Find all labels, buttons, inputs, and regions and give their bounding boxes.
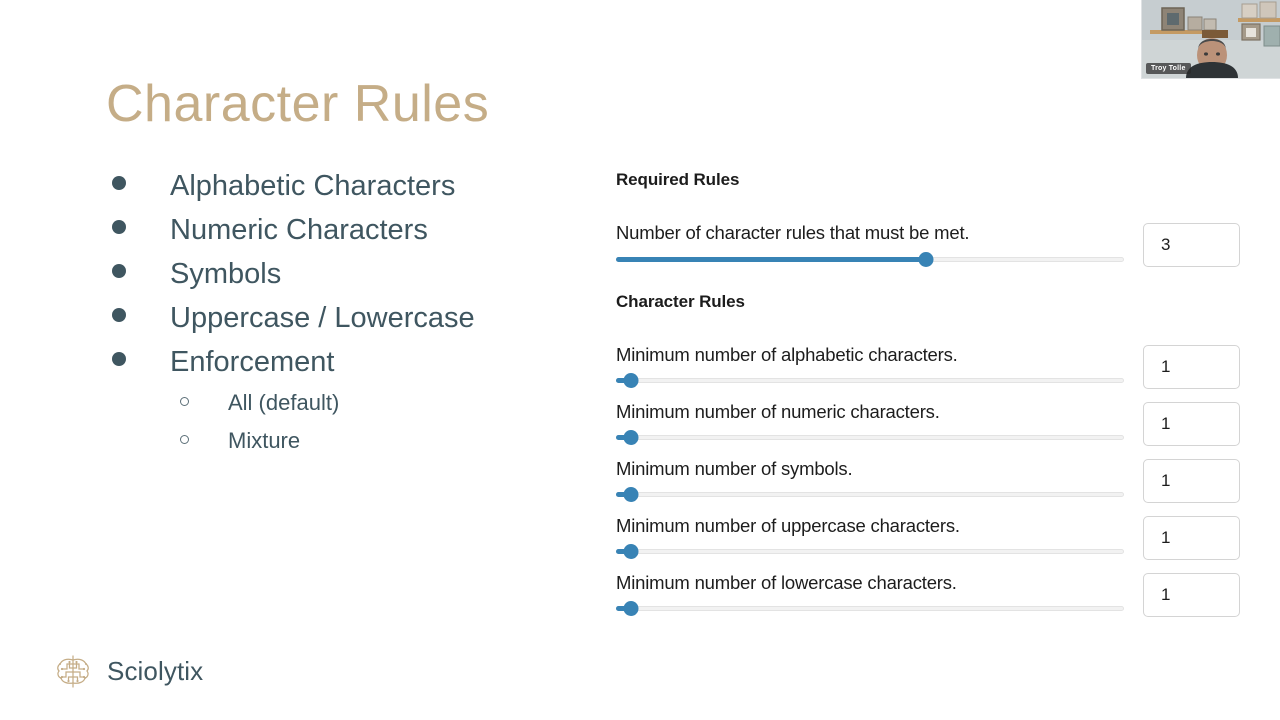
bullet-item: Alphabetic Characters — [112, 172, 552, 216]
rule-label: Number of character rules that must be m… — [616, 222, 970, 244]
rule-value-input[interactable]: 1 — [1143, 515, 1240, 560]
bullet-list: Alphabetic Characters Numeric Characters S… — [112, 172, 552, 468]
bullet-marker-icon — [112, 352, 126, 366]
rule-value-input[interactable]: 1 — [1143, 401, 1240, 446]
bullet-marker-icon — [112, 176, 126, 190]
sciolytix-brain-icon — [52, 650, 94, 692]
sub-bullet-marker-icon — [180, 435, 189, 444]
sub-bullet-item-label: Mixture — [228, 428, 301, 453]
rule-row: Minimum number of alphabetic characters.… — [616, 343, 1244, 400]
rule-slider[interactable] — [616, 251, 1124, 267]
slider-fill — [616, 256, 926, 262]
bullet-item: Enforcement — [112, 348, 552, 392]
bullet-item-label: Enforcement — [170, 346, 335, 378]
rule-control-group: Minimum number of uppercase characters. — [616, 514, 1126, 559]
bullet-item: Uppercase / Lowercase — [112, 304, 552, 348]
sub-bullet-marker-icon — [180, 397, 189, 406]
rule-value-input[interactable]: 3 — [1143, 223, 1240, 268]
rule-control-group: Number of character rules that must be m… — [616, 221, 1126, 267]
rule-control-group: Minimum number of numeric characters. — [616, 400, 1126, 445]
rule-row: Minimum number of lowercase characters. 1 — [616, 571, 1244, 628]
bullet-item-label: Symbols — [170, 258, 282, 290]
sub-bullet-item: All (default) — [180, 392, 552, 430]
required-rules-heading: Required Rules — [616, 170, 740, 189]
bullet-marker-icon — [112, 220, 126, 234]
rule-value-input[interactable]: 1 — [1143, 344, 1240, 389]
slider-track[interactable] — [616, 377, 1124, 383]
slider-handle[interactable] — [623, 429, 639, 445]
rule-label: Minimum number of lowercase characters. — [616, 571, 957, 593]
settings-panel: Required Rules Number of character rules… — [616, 170, 1244, 628]
character-rules-rows: Minimum number of alphabetic characters.… — [616, 343, 1244, 628]
slider-track[interactable] — [616, 548, 1124, 554]
rule-slider[interactable] — [616, 600, 1124, 616]
slider-handle[interactable] — [623, 543, 639, 559]
rule-control-group: Minimum number of symbols. — [616, 457, 1126, 502]
bullet-item-label: Uppercase / Lowercase — [170, 302, 475, 334]
rule-label: Minimum number of numeric characters. — [616, 400, 940, 422]
rule-slider[interactable] — [616, 429, 1124, 445]
sub-bullet-item-label: All (default) — [228, 390, 340, 415]
sub-bullet-item: Mixture — [180, 430, 552, 468]
rule-control-group: Minimum number of alphabetic characters. — [616, 343, 1126, 388]
webcam-tile[interactable]: Troy Tolle — [1141, 0, 1280, 79]
webcam-participant-name: Troy Tolle — [1146, 63, 1191, 74]
slider-handle[interactable] — [623, 372, 639, 388]
slider-track[interactable] — [616, 434, 1124, 440]
rule-value-input[interactable]: 1 — [1143, 572, 1240, 617]
brand-wordmark: Sciolytix — [107, 656, 204, 686]
rule-row: Minimum number of symbols. 1 — [616, 457, 1244, 514]
rule-row: Minimum number of uppercase characters. 1 — [616, 514, 1244, 571]
rule-label: Minimum number of uppercase characters. — [616, 514, 960, 536]
bullet-item: Numeric Characters — [112, 216, 552, 260]
page-title: Character Rules — [106, 75, 490, 133]
bullet-marker-icon — [112, 264, 126, 278]
rule-label: Minimum number of alphabetic characters. — [616, 343, 958, 365]
rule-slider[interactable] — [616, 486, 1124, 502]
bullet-marker-icon — [112, 308, 126, 322]
rule-row: Number of character rules that must be m… — [616, 221, 1244, 278]
required-rules-rows: Number of character rules that must be m… — [616, 221, 1244, 278]
bullet-item-label: Alphabetic Characters — [170, 170, 456, 202]
character-rules-heading: Character Rules — [616, 292, 745, 312]
rule-label: Minimum number of symbols. — [616, 457, 853, 479]
bullet-item: Symbols — [112, 260, 552, 304]
slider-handle[interactable] — [623, 486, 639, 502]
slider-handle[interactable] — [623, 600, 639, 616]
rule-value-input[interactable]: 1 — [1143, 458, 1240, 503]
rule-slider[interactable] — [616, 372, 1124, 388]
slider-track[interactable] — [616, 491, 1124, 497]
rule-slider[interactable] — [616, 543, 1124, 559]
rule-row: Minimum number of numeric characters. 1 — [616, 400, 1244, 457]
rule-control-group: Minimum number of lowercase characters. — [616, 571, 1126, 616]
character-rules-section: Character Rules Minimum number of alphab… — [616, 292, 1244, 627]
bullet-item-label: Numeric Characters — [170, 214, 428, 246]
slider-handle[interactable] — [918, 251, 934, 267]
footer-logo: Sciolytix — [52, 650, 203, 692]
required-rules-section: Required Rules Number of character rules… — [616, 170, 1244, 278]
slider-track[interactable] — [616, 605, 1124, 611]
